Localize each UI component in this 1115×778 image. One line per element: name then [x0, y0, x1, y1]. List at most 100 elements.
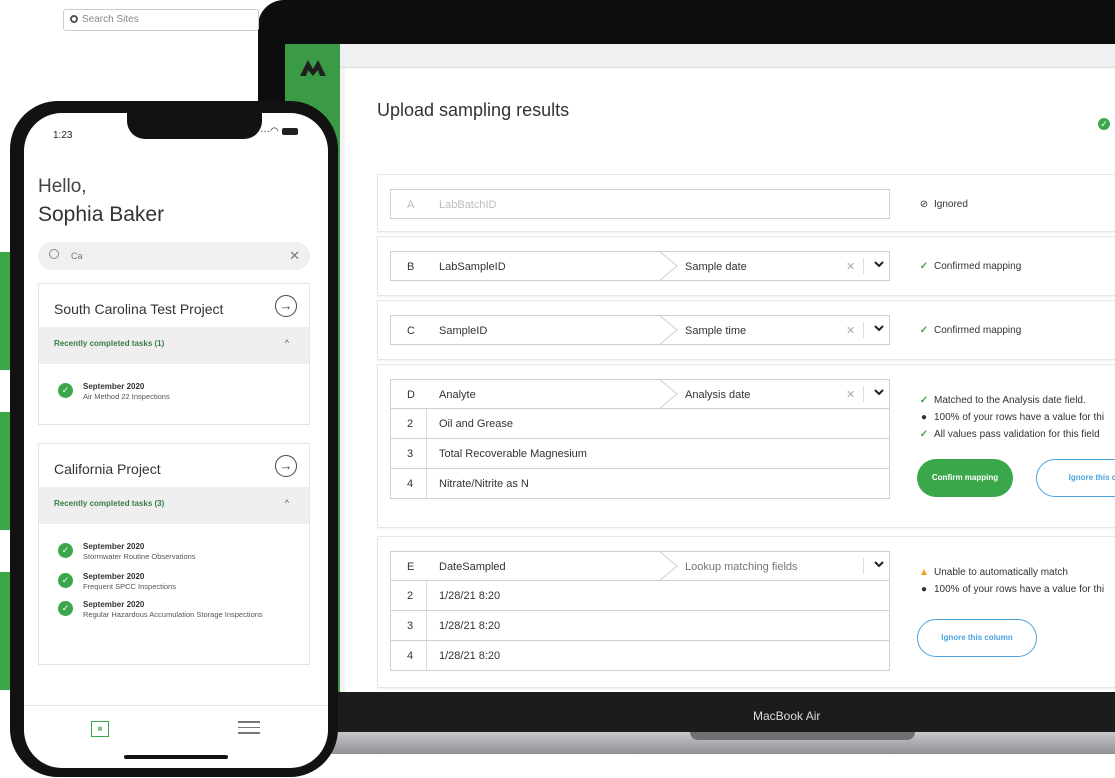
clear-icon[interactable]: ✕: [846, 388, 855, 401]
check-icon: ✓: [919, 325, 929, 336]
confirm-mapping-button[interactable]: Confirm mapping: [917, 459, 1013, 497]
task-name: Regular Hazardous Accumulation Storage I…: [83, 610, 263, 619]
task-date: September 2020: [83, 542, 145, 551]
chevron-down-icon[interactable]: [871, 384, 887, 400]
arrow-divider-icon: [659, 379, 678, 409]
check-icon: ✓: [919, 395, 929, 406]
column-letter: D: [407, 389, 415, 401]
recent-tasks-header[interactable]: Recently completed tasks (3) ^: [39, 487, 309, 524]
task-date: September 2020: [83, 600, 145, 609]
chevron-down-icon[interactable]: [871, 556, 887, 572]
column-row[interactable]: B LabSampleID Sample date ✕: [390, 251, 890, 281]
row-value: Total Recoverable Magnesium: [439, 448, 587, 460]
sample-row: 2 Oil and Grease: [390, 409, 890, 439]
app-logo-icon[interactable]: [298, 56, 328, 78]
recent-tasks-label: Recently completed tasks (1): [54, 339, 165, 348]
chevron-down-icon[interactable]: [871, 256, 887, 272]
status-text: Confirmed mapping: [934, 325, 1022, 336]
column-name: Analyte: [439, 389, 476, 401]
project-card[interactable]: California Project → Recently completed …: [38, 443, 310, 665]
search-placeholder: Search Sites: [82, 14, 139, 25]
row-number: 3: [407, 620, 414, 632]
status-text: All values pass validation for this fiel…: [934, 429, 1100, 440]
row-value: Nitrate/Nitrite as N: [439, 478, 529, 490]
task-date: September 2020: [83, 382, 145, 391]
info-icon: ●: [920, 584, 928, 595]
status-msg: ✓ Matched to the Analysis date field.: [917, 395, 1086, 406]
column-letter: B: [407, 261, 415, 273]
chevron-down-icon[interactable]: [871, 320, 887, 336]
arrow-right-circle-icon[interactable]: →: [275, 295, 297, 317]
mapped-field[interactable]: Sample date: [685, 261, 747, 273]
warning-icon: ▲: [919, 567, 929, 578]
sample-row: 3 Total Recoverable Magnesium: [390, 439, 890, 469]
ignore-column-button[interactable]: Ignore this column: [917, 619, 1037, 657]
task-date: September 2020: [83, 572, 145, 581]
ignore-column-button[interactable]: Ignore this col: [1036, 459, 1115, 497]
column-row[interactable]: E DateSampled Lookup matching fields: [390, 551, 890, 581]
sample-row: 4 1/28/21 8:20: [390, 641, 890, 671]
dashboard-tab-icon[interactable]: ▦: [91, 721, 109, 737]
arrow-right-circle-icon[interactable]: →: [275, 455, 297, 477]
column-row[interactable]: A LabBatchID: [390, 189, 890, 219]
status-msg: ● 100% of your rows have a value for thi: [917, 584, 1104, 595]
row-number: 4: [407, 650, 414, 662]
task-name: Stormwater Routine Observations: [83, 552, 196, 561]
eye-slash-icon: ⊘: [919, 199, 929, 210]
menu-icon[interactable]: [238, 721, 260, 735]
status-text: Matched to the Analysis date field.: [934, 395, 1086, 406]
check-icon: ✓: [1098, 118, 1110, 130]
row-number: 4: [407, 478, 414, 490]
check-icon: ✓: [919, 261, 929, 272]
divider: [863, 322, 864, 338]
status-msg: ✓ All values pass validation for this fie…: [917, 429, 1100, 440]
row-value: Oil and Grease: [439, 418, 513, 430]
chevron-up-icon: ^: [284, 338, 289, 348]
wifi-icon: ···◠: [260, 126, 279, 137]
status-msg: ▲ Unable to automatically match: [917, 567, 1068, 578]
tab-bar-divider: [24, 705, 328, 706]
column-card-b: B LabSampleID Sample date ✕ ✓ Confirmed m…: [377, 236, 1115, 296]
status-text: Confirmed mapping: [934, 261, 1022, 272]
clear-icon[interactable]: ✕: [846, 324, 855, 337]
status-icons: ···◠: [260, 126, 298, 137]
sample-row: 3 1/28/21 8:20: [390, 611, 890, 641]
status-msg: ● 100% of your rows have a value for thi: [917, 412, 1104, 423]
chevron-up-icon: ^: [284, 498, 289, 508]
search-icon: [49, 249, 59, 259]
home-indicator: [124, 755, 228, 759]
column-row[interactable]: C SampleID Sample time ✕: [390, 315, 890, 345]
column-card-d: D Analyte Analysis date ✕ 2 Oil and Greas…: [377, 364, 1115, 528]
mapped-field[interactable]: Sample time: [685, 325, 746, 337]
laptop-hinge: [690, 732, 915, 740]
project-title: California Project: [54, 461, 161, 477]
row-number: 3: [407, 448, 414, 460]
laptop-foot: [258, 732, 1115, 754]
row-value: 1/28/21 8:20: [439, 650, 501, 662]
status-confirmed: ✓ Confirmed mapping: [917, 325, 1021, 336]
sample-row: 2 1/28/21 8:20: [390, 581, 890, 611]
mapped-field[interactable]: Analysis date: [685, 389, 750, 401]
column-row[interactable]: D Analyte Analysis date ✕: [390, 379, 890, 409]
check-icon: ✓: [58, 543, 73, 558]
check-icon: ✓: [58, 383, 73, 398]
recent-tasks-header[interactable]: Recently completed tasks (1) ^: [39, 327, 309, 364]
marketing-composite: Search Sites Upload sampling results ✓ A…: [0, 0, 1115, 778]
row-value: 1/28/21 8:20: [439, 590, 501, 602]
clear-icon[interactable]: ✕: [846, 260, 855, 273]
column-name: SampleID: [439, 325, 488, 337]
search-sites-input[interactable]: Search Sites: [63, 9, 259, 31]
project-title: South Carolina Test Project: [54, 301, 224, 317]
task-name: Frequent SPCC Inspections: [83, 582, 176, 591]
status-text: 100% of your rows have a value for thi: [934, 412, 1105, 423]
project-search-input[interactable]: Ca ✕: [38, 242, 310, 270]
task-name: Air Method 22 Inspections: [83, 392, 170, 401]
laptop-base: MacBook Air: [258, 692, 1115, 737]
column-name: LabSampleID: [439, 261, 506, 273]
laptop-brand-label: MacBook Air: [753, 709, 821, 723]
clear-icon[interactable]: ✕: [289, 248, 300, 264]
recent-tasks-label: Recently completed tasks (3): [54, 499, 165, 508]
project-card[interactable]: South Carolina Test Project → Recently c…: [38, 283, 310, 425]
mapped-field[interactable]: Lookup matching fields: [685, 561, 798, 573]
status-text: Unable to automatically match: [934, 567, 1068, 578]
